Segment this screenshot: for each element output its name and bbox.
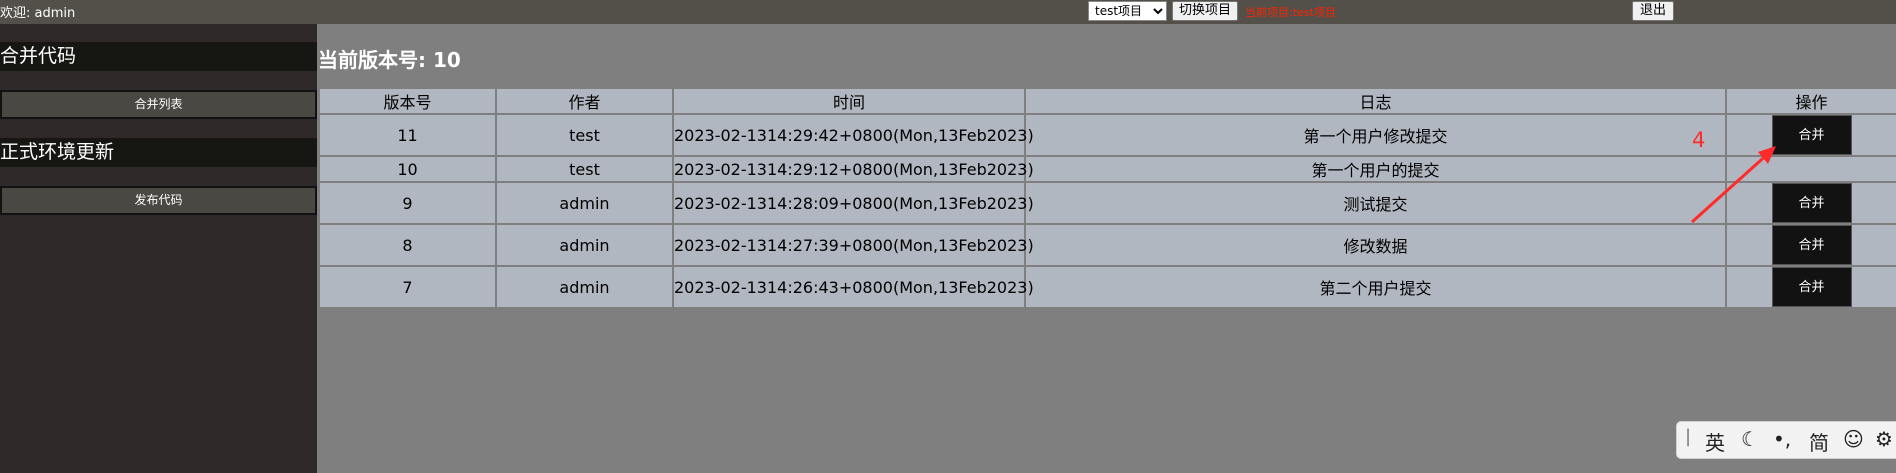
- cell-time: 2023-02-1314:26:43+0800(Mon,13Feb2023): [672, 265, 1034, 309]
- merge-button[interactable]: 合并: [1771, 115, 1852, 155]
- column-header-author: 作者: [495, 87, 674, 115]
- merge-code-heading: 合并代码: [0, 42, 317, 71]
- cell-time: 2023-02-1314:29:42+0800(Mon,13Feb2023): [672, 113, 1034, 157]
- column-header-action: 操作: [1725, 87, 1896, 115]
- cell-version: 10: [318, 155, 497, 183]
- ime-simplified-toggle[interactable]: 简: [1809, 427, 1829, 456]
- table-row: 9 admin 2023-02-1314:28:09+0800(Mon,13Fe…: [318, 181, 1896, 225]
- merge-list-button[interactable]: 合并列表: [0, 90, 317, 119]
- table-header-row: 版本号 作者 时间 日志 操作: [318, 87, 1896, 115]
- cell-author: test: [495, 113, 674, 157]
- cell-author: admin: [495, 265, 674, 309]
- merge-button[interactable]: 合并: [1771, 225, 1852, 265]
- merge-button[interactable]: 合并: [1771, 267, 1852, 307]
- table-row: 8 admin 2023-02-1314:27:39+0800(Mon,13Fe…: [318, 223, 1896, 267]
- cell-time: 2023-02-1314:27:39+0800(Mon,13Feb2023): [672, 223, 1034, 267]
- table-row: 7 admin 2023-02-1314:26:43+0800(Mon,13Fe…: [318, 265, 1896, 309]
- switch-project-button[interactable]: 切换项目: [1172, 1, 1238, 21]
- cell-author: admin: [495, 181, 674, 225]
- ime-toolbar: | 英 ☾ •, 简 ☺ ⚙: [1676, 421, 1896, 459]
- cell-time: 2023-02-1314:29:12+0800(Mon,13Feb2023): [672, 155, 1034, 183]
- column-header-log: 日志: [1024, 87, 1727, 115]
- prod-update-heading: 正式环境更新: [0, 138, 317, 167]
- welcome-text: 欢迎: admin: [0, 6, 76, 21]
- cell-version: 8: [318, 223, 497, 267]
- cell-version: 7: [318, 265, 497, 309]
- cell-author: admin: [495, 223, 674, 267]
- ime-punct-toggle[interactable]: •,: [1773, 427, 1791, 451]
- version-log-table: 版本号 作者 时间 日志 操作 11 test 2023-02-1314:29:…: [318, 87, 1896, 309]
- cell-log: 第一个用户的提交: [1024, 155, 1727, 183]
- logout-button[interactable]: 退出: [1632, 1, 1674, 21]
- table-row: 11 test 2023-02-1314:29:42+0800(Mon,13Fe…: [318, 113, 1896, 157]
- moon-icon[interactable]: ☾: [1741, 427, 1759, 451]
- column-header-time: 时间: [672, 87, 1026, 115]
- current-version-title: 当前版本号: 10: [318, 48, 461, 72]
- cell-author: test: [495, 155, 674, 183]
- cell-log: 第二个用户提交: [1024, 265, 1727, 309]
- publish-code-button[interactable]: 发布代码: [0, 186, 317, 215]
- cell-version: 11: [318, 113, 497, 157]
- sidebar: 合并代码 合并列表 正式环境更新 发布代码: [0, 24, 317, 473]
- merge-button[interactable]: 合并: [1771, 183, 1852, 223]
- column-header-version: 版本号: [318, 87, 497, 115]
- smiley-icon[interactable]: ☺: [1843, 427, 1864, 451]
- top-bar: 欢迎: admin test项目 切换项目 当前项目:test项目 退出: [0, 0, 1896, 24]
- annotation-arrow-icon: [1690, 146, 1776, 224]
- cell-action: 合并: [1725, 265, 1896, 309]
- settings-icon[interactable]: ⚙: [1875, 427, 1893, 451]
- project-select[interactable]: test项目: [1088, 1, 1167, 21]
- current-project-text: 当前项目:test项目: [1245, 6, 1336, 19]
- cell-version: 9: [318, 181, 497, 225]
- cell-log: 第一个用户修改提交: [1024, 113, 1727, 157]
- table-row: 10 test 2023-02-1314:29:12+0800(Mon,13Fe…: [318, 155, 1896, 183]
- cell-log: 修改数据: [1024, 223, 1727, 267]
- cell-time: 2023-02-1314:28:09+0800(Mon,13Feb2023): [672, 181, 1034, 225]
- ime-lang-toggle[interactable]: 英: [1705, 427, 1725, 456]
- cell-log: 测试提交: [1024, 181, 1727, 225]
- cell-action: 合并: [1725, 223, 1896, 267]
- ime-drag-handle[interactable]: |: [1685, 426, 1691, 447]
